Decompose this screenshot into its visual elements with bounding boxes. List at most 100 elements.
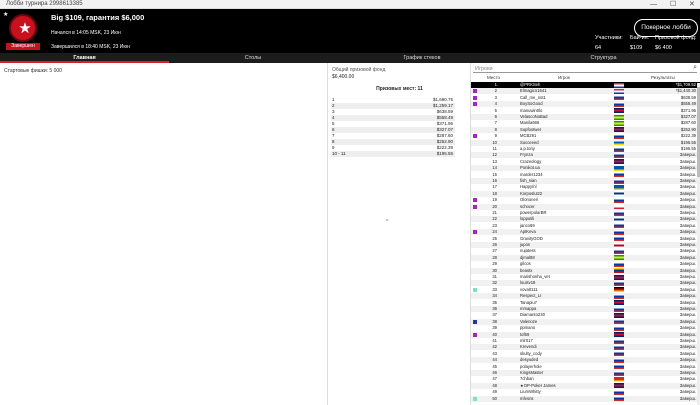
player-result: Заверш. [679, 325, 696, 331]
table-row[interactable]: 20 schocer Заверш. [471, 203, 700, 210]
table-row[interactable]: 43 skulty_cody Заверш. [471, 351, 700, 357]
player-place: 9 [494, 133, 497, 139]
tab-stack-chart[interactable]: График стеков [337, 53, 507, 63]
table-row[interactable]: 13 Crazeology Заверш. [471, 159, 700, 165]
table-row[interactable]: 5 manuwin0lo $371.95 [471, 108, 700, 114]
player-name: Diamanto230 [520, 312, 545, 318]
player-name: Olononeri [520, 197, 539, 203]
player-result: Заверш. [679, 190, 696, 196]
column-header-results[interactable]: Результаты [651, 75, 675, 80]
marker-icon [473, 332, 477, 337]
country-flag-icon [614, 236, 624, 242]
country-flag-icon [614, 268, 624, 274]
marker-icon [473, 396, 477, 401]
table-row[interactable]: 16 fish_sian Заверш. [471, 178, 700, 184]
table-row[interactable]: 31 marishonha_vet Заверш. [471, 274, 700, 280]
table-row[interactable]: 32 louisv18 Заверш. [471, 280, 700, 287]
player-name: Call_me_not1 [520, 94, 546, 100]
close-button[interactable]: ✕ [689, 0, 695, 9]
table-row[interactable]: 21 powerpolarBR Заверш. [471, 210, 700, 216]
country-flag-icon [614, 197, 624, 203]
table-row[interactable]: 2 Elmagico1641 *$1,440.30 [471, 88, 700, 95]
maximize-button[interactable]: ☐ [670, 0, 676, 9]
table-row[interactable]: 34 Respect_LI Заверш. [471, 293, 700, 300]
table-row[interactable]: 3 Call_me_not1 $638.59 [471, 95, 700, 101]
table-row[interactable]: 39 ppmano Заверш. [471, 325, 700, 331]
table-row[interactable]: 35 Tanapiu7 Заверш. [471, 300, 700, 306]
table-row[interactable]: 14 Ponikot.ua Заверш. [471, 165, 700, 172]
table-row[interactable]: 26 jupos Заверш. [471, 242, 700, 248]
table-row[interactable]: 10 Succeeed $195.55 [471, 139, 700, 146]
table-row[interactable]: 28 djmal88 Заверш. [471, 254, 700, 261]
table-row[interactable]: 50 mfesns Заверш. [471, 395, 700, 402]
table-row[interactable]: 23 janco69 Заверш. [471, 223, 700, 229]
search-input[interactable]: Игроки [475, 65, 493, 73]
table-row[interactable]: 27 nujatess Заверш. [471, 248, 700, 254]
country-flag-icon [614, 364, 624, 370]
player-search[interactable]: Игроки ⌕ [473, 64, 697, 73]
search-icon[interactable]: ⌕ [693, 64, 697, 72]
collapse-caret-icon[interactable]: ^ [386, 219, 388, 225]
table-row[interactable]: 12 Frynza Заверш. [471, 152, 700, 159]
prize-row: 10 - 11 $195.55 [331, 151, 455, 157]
country-flag-icon [614, 357, 624, 363]
player-place: 18 [492, 190, 497, 196]
table-row[interactable]: 15 marder1234 Заверш. [471, 172, 700, 178]
country-flag-icon [614, 389, 624, 395]
country-flag-icon [614, 140, 624, 146]
table-row[interactable]: 42 Krevendi Заверш. [471, 344, 700, 351]
table-row[interactable]: 18 Korposlutz2 Заверш. [471, 190, 700, 197]
table-row[interactable]: 41 mlr017 Заверш. [471, 338, 700, 344]
tab-structure[interactable]: Структура [507, 53, 700, 63]
table-row[interactable]: 1 @PRKSeh *$1,709.52 [471, 82, 700, 88]
table-row[interactable]: 36 mmappa Заверш. [471, 306, 700, 312]
table-row[interactable]: 40 tof69 Заверш. [471, 331, 700, 338]
table-row[interactable]: 6 VelascoNoBad $327.07 [471, 114, 700, 120]
table-row[interactable]: 19 Olononeri Заверш. [471, 197, 700, 203]
player-result: $558.49 [680, 101, 696, 107]
table-row[interactable]: 8 Supfootwer $252.90 [471, 126, 700, 133]
table-row[interactable]: 22 lopputili Заверш. [471, 216, 700, 223]
player-result: $287.60 [680, 120, 696, 126]
tab-main[interactable]: Главная [0, 53, 169, 63]
table-row[interactable]: 38 Valenoze Заверш. [471, 318, 700, 325]
column-header-player[interactable]: Игрок [558, 75, 570, 80]
table-row[interactable]: 24 AptKeva Заверш. [471, 229, 700, 236]
player-result: Заверш. [679, 203, 696, 209]
table-row[interactable]: 29 gilcos Заверш. [471, 261, 700, 267]
table-row[interactable]: 37 Diamanto230 Заверш. [471, 312, 700, 318]
player-result: Заверш. [679, 318, 696, 324]
table-row[interactable]: 4 BoySoGood $558.49 [471, 101, 700, 108]
table-row[interactable]: 45 polayerhole Заверш. [471, 364, 700, 370]
table-row[interactable]: 25 GravityGOD Заверш. [471, 236, 700, 242]
table-row[interactable]: 33 vova0111 Заверш. [471, 287, 700, 293]
marker-icon [473, 89, 477, 94]
table-row[interactable]: 49 LiumWhitty Заверш. [471, 389, 700, 395]
player-result: $371.95 [680, 107, 696, 113]
player-name: LiumWhitty [520, 389, 541, 395]
player-result: Заверш. [679, 261, 696, 267]
table-row[interactable]: 9 MCB291 $222.39 [471, 133, 700, 139]
prize-amount: $195.55 [436, 151, 453, 156]
table-row[interactable]: 7 Manila666 $287.60 [471, 120, 700, 126]
minimize-button[interactable]: — [650, 0, 657, 9]
player-place: 40 [492, 331, 497, 337]
country-flag-icon [614, 159, 624, 165]
table-row[interactable]: 44 desyuded Заверш. [471, 357, 700, 364]
player-place: 35 [492, 299, 497, 305]
marker-icon [473, 102, 477, 107]
table-row[interactable]: 47 7chban Заверш. [471, 376, 700, 382]
table-row[interactable]: 17 Happy/nl Заверш. [471, 184, 700, 190]
marker-icon [473, 134, 477, 139]
tab-tables[interactable]: Столы [169, 53, 337, 63]
table-row[interactable]: 30 beastx Заверш. [471, 267, 700, 274]
table-row[interactable]: 46 KingsMaster Заверш. [471, 370, 700, 376]
lobby-tabs: Главная Столы График стеков Структура [0, 53, 700, 63]
player-result: Заверш. [679, 222, 696, 228]
column-header-place[interactable]: Место [487, 75, 500, 80]
player-result: Заверш. [679, 331, 696, 337]
country-flag-icon [614, 191, 624, 197]
player-result: Заверш. [679, 280, 696, 286]
table-row[interactable]: 11 a.p.tony $195.55 [471, 146, 700, 152]
table-row[interactable]: 48 ★OP-Poker James Заверш. [471, 382, 700, 389]
